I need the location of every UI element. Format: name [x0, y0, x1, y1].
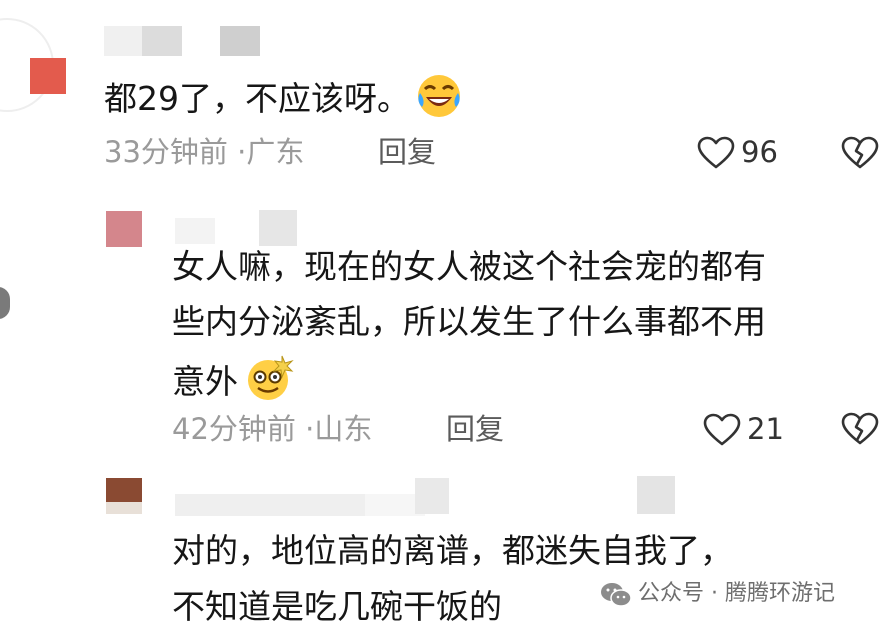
like-count: 21	[747, 412, 784, 446]
comment-location: 山东	[314, 412, 373, 446]
like-count: 96	[741, 135, 778, 169]
avatar[interactable]	[106, 211, 142, 247]
username-blurred[interactable]	[175, 476, 685, 516]
heart-icon	[703, 413, 741, 447]
heart-icon	[697, 136, 735, 170]
avatar[interactable]	[30, 58, 66, 94]
comment-text-line: 意外	[172, 362, 238, 401]
comment-1: 都29了，不应该呀。 33分钟前 ·广东 回复 96	[0, 0, 889, 190]
broken-heart-icon[interactable]	[840, 136, 880, 170]
reply-button[interactable]: 回复	[446, 411, 504, 447]
comment-location: 广东	[246, 135, 305, 169]
dizzy-face-icon	[244, 352, 294, 416]
comment-time: 42分钟前	[172, 412, 296, 446]
avatar[interactable]	[106, 478, 142, 514]
face-with-tears-of-joy-icon	[416, 73, 462, 133]
comment-text-line: 都29了，不应该呀。	[104, 79, 410, 118]
like-button[interactable]: 96	[697, 134, 797, 174]
comment-time: 33分钟前	[104, 135, 228, 169]
meta-separator: ·	[237, 135, 247, 169]
comment-3: 对的，地位高的离谱，都迷失自我了， 不知道是吃几碗干饭的 公众号 · 腾腾环游记	[0, 460, 889, 631]
like-button[interactable]: 21	[703, 411, 803, 451]
comment-2: 女人嘛，现在的女人被这个社会宠的都有 些内分泌紊乱，所以发生了什么事都不用 意外…	[0, 190, 889, 460]
wechat-icon	[600, 581, 632, 613]
comment-meta: 42分钟前 ·山东	[172, 411, 372, 447]
comment-text: 女人嘛，现在的女人被这个社会宠的都有 些内分泌紊乱，所以发生了什么事都不用 意外	[172, 242, 766, 416]
broken-heart-icon[interactable]	[840, 412, 880, 446]
reply-button[interactable]: 回复	[378, 134, 436, 170]
comment-text-line: 女人嘛，现在的女人被这个社会宠的都有	[172, 247, 766, 286]
username-blurred[interactable]	[104, 26, 264, 60]
comment-meta: 33分钟前 ·广东	[104, 134, 304, 170]
comment-text-line: 些内分泌紊乱，所以发生了什么事都不用	[172, 302, 766, 341]
comment-text-line: 对的，地位高的离谱，都迷失自我了，	[172, 531, 733, 570]
watermark-text: 公众号 · 腾腾环游记	[638, 581, 835, 606]
comment-text: 都29了，不应该呀。	[104, 73, 462, 133]
meta-separator: ·	[305, 412, 315, 446]
